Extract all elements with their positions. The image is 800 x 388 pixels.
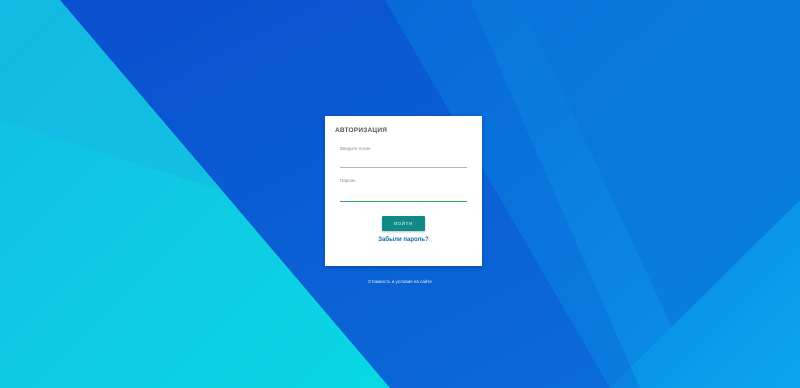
login-title: АВТОРИЗАЦИЯ bbox=[335, 127, 388, 134]
login-card: АВТОРИЗАЦИЯ Введите логин Пароль ВОЙТИ З… bbox=[325, 116, 482, 266]
login-page: АВТОРИЗАЦИЯ Введите логин Пароль ВОЙТИ З… bbox=[0, 0, 800, 388]
footer-text: Стоимость и условия на сайте bbox=[368, 279, 432, 284]
forgot-password-link[interactable]: Забыли пароль? bbox=[325, 237, 482, 243]
footer: Стоимость и условия на сайте bbox=[0, 279, 800, 284]
login-button[interactable]: ВОЙТИ bbox=[382, 216, 425, 231]
password-input[interactable] bbox=[340, 191, 467, 202]
password-field-label: Пароль bbox=[340, 178, 356, 183]
login-field-label: Введите логин bbox=[340, 146, 371, 151]
login-input[interactable] bbox=[340, 157, 467, 168]
